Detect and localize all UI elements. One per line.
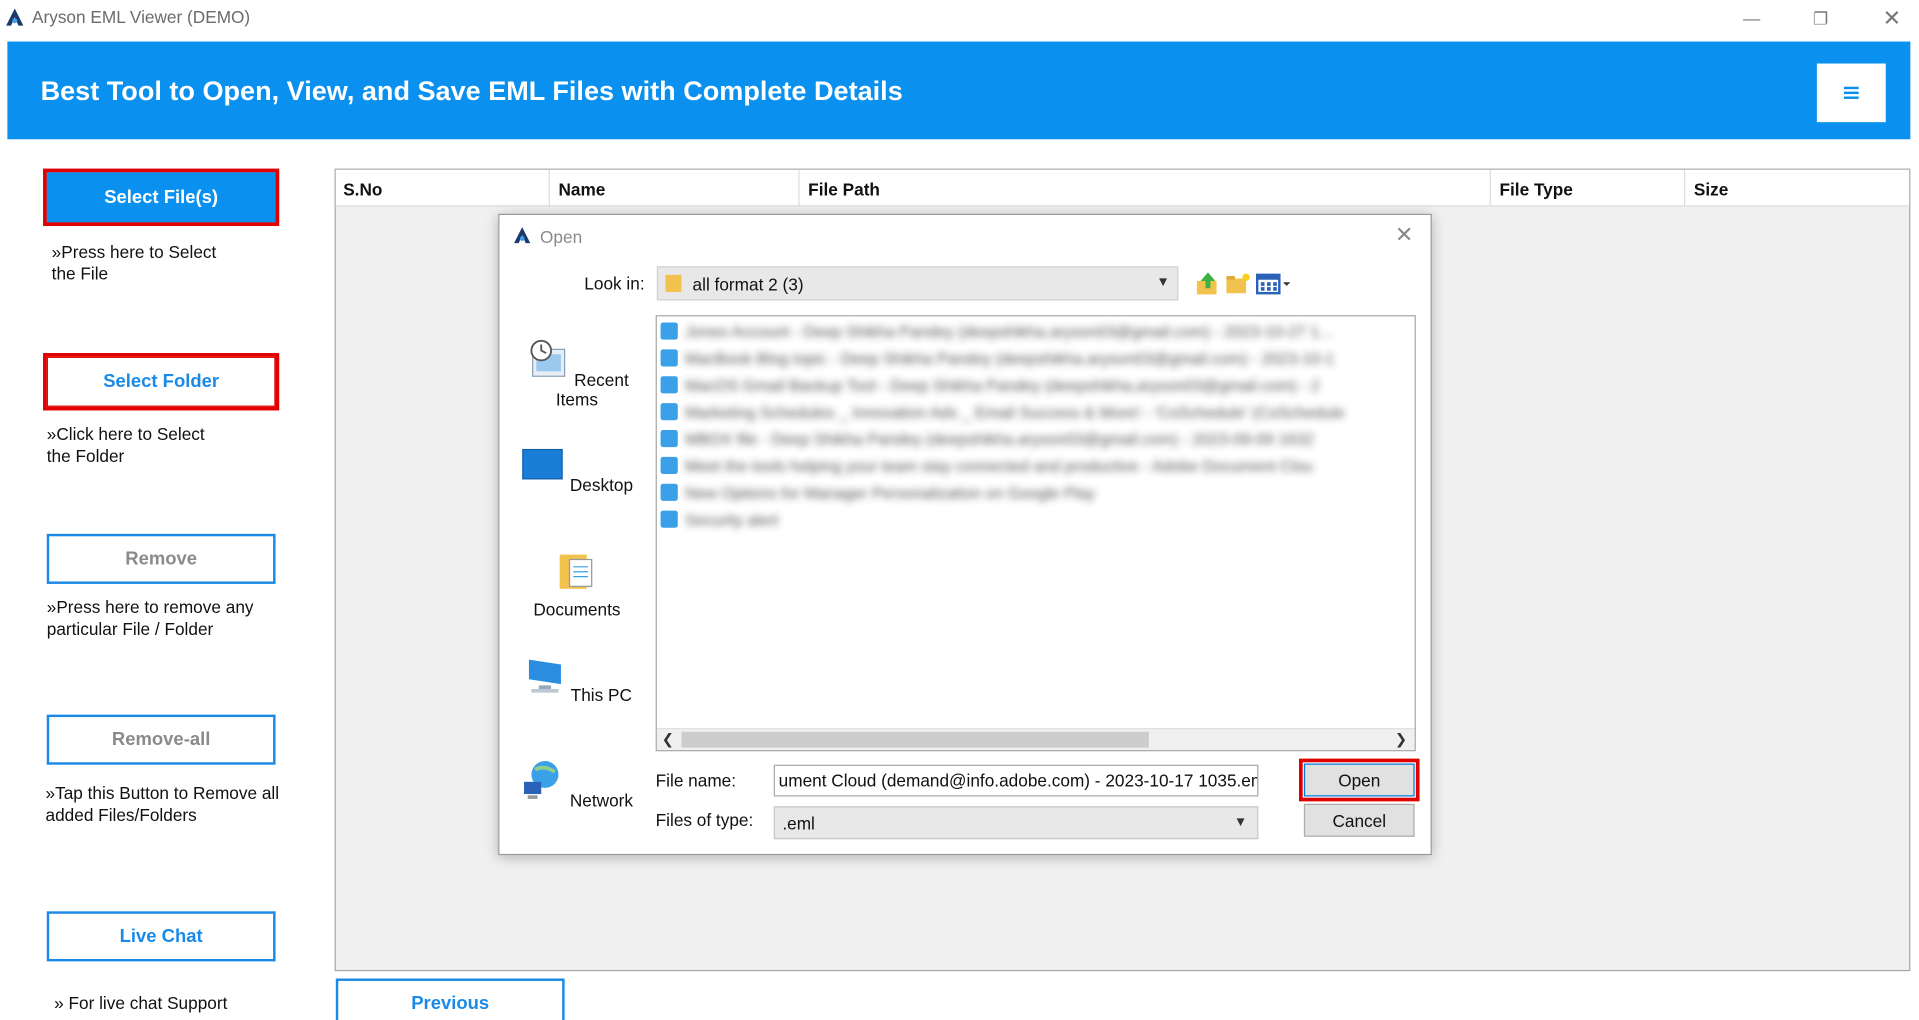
file-item[interactable]: MBOX file - Deep Shikha Pandey (deepshik… [660, 426, 1314, 450]
eml-file-icon [660, 510, 678, 528]
open-button[interactable]: Open [1298, 758, 1420, 802]
menu-button[interactable] [1816, 63, 1886, 123]
place-documents[interactable]: Documents [515, 547, 638, 619]
place-label: Desktop [569, 475, 634, 495]
place-this-pc[interactable]: This PC [515, 652, 638, 705]
app-window: Aryson EML Viewer (DEMO) — ❐ ✕ Best Tool… [0, 0, 1919, 1020]
look-in-label: Look in: [584, 273, 645, 294]
place-network[interactable]: Network [515, 757, 638, 810]
files-of-type-select[interactable]: .eml ▼ [773, 806, 1259, 840]
place-label: This PC [570, 685, 632, 705]
live-chat-button[interactable]: Live Chat [46, 911, 276, 962]
select-files-button[interactable]: Select File(s) [43, 168, 280, 226]
file-item[interactable]: New Options for Manager Personalization … [660, 480, 1095, 504]
dialog-title: Open [540, 227, 583, 247]
window-title: Aryson EML Viewer (DEMO) [31, 7, 251, 27]
eml-file-icon [660, 376, 678, 394]
eml-file-icon [660, 349, 678, 367]
place-label: Network [569, 790, 634, 810]
recent-items-icon [530, 339, 566, 377]
network-icon [524, 761, 559, 799]
up-one-level-icon[interactable] [1194, 271, 1221, 295]
minimize-button[interactable]: — [1727, 2, 1776, 34]
column-header-file-type[interactable]: File Type [1492, 169, 1686, 207]
eml-file-icon [660, 456, 678, 474]
column-header-name[interactable]: Name [551, 169, 800, 207]
eml-file-icon [660, 322, 678, 340]
file-item[interactable]: MacOS Gmail Backup Tool - Deep Shikha Pa… [660, 373, 1320, 397]
column-header-size[interactable]: Size [1686, 170, 1909, 207]
table-header: S.No Name File Path File Type Size [335, 169, 1910, 207]
file-item[interactable]: Meet the tools helping your team stay co… [660, 453, 1313, 477]
place-recent-items[interactable]: Recent Items [515, 337, 638, 409]
column-header-file-path[interactable]: File Path [801, 169, 1491, 207]
title-bar: Aryson EML Viewer (DEMO) — ❐ ✕ [0, 0, 1919, 37]
eml-file-icon [660, 483, 678, 501]
close-window-button[interactable]: ✕ [1867, 2, 1916, 34]
files-of-type-value: .eml [782, 813, 815, 834]
cancel-button[interactable]: Cancel [1303, 803, 1415, 837]
place-desktop[interactable]: Desktop [515, 442, 638, 495]
folder-icon [665, 274, 682, 292]
view-menu-icon[interactable] [1255, 271, 1293, 295]
new-folder-icon[interactable] [1225, 271, 1252, 295]
file-list[interactable]: Jones Account - Deep Shikha Pandey (deep… [655, 315, 1416, 752]
look-in-value: all format 2 (3) [692, 274, 804, 295]
open-file-dialog: Open ✕ Look in: all format 2 (3) ▼ Recen… [498, 213, 1432, 856]
dialog-logo-icon [514, 227, 531, 244]
select-folder-button[interactable]: Select Folder [43, 353, 280, 411]
file-item[interactable]: Jones Account - Deep Shikha Pandey (deep… [660, 319, 1333, 343]
file-name-label: File name: [655, 770, 737, 791]
chevron-down-icon: ▼ [1156, 274, 1170, 290]
file-name-input[interactable]: ument Cloud (demand@info.adobe.com) - 20… [773, 764, 1259, 797]
remove-help: »Press here to remove any particular Fil… [46, 597, 254, 639]
dialog-close-button[interactable]: ✕ [1395, 222, 1414, 248]
live-chat-help: » For live chat Support [54, 993, 228, 1013]
restore-button[interactable]: ❐ [1796, 2, 1845, 34]
desktop-icon [522, 448, 564, 480]
app-logo-icon [6, 8, 24, 26]
scroll-left-icon[interactable]: ❮ [662, 731, 674, 748]
previous-button[interactable]: Previous [335, 978, 565, 1020]
eml-file-icon [660, 430, 678, 448]
documents-icon [559, 554, 593, 589]
remove-all-help: »Tap this Button to Remove all added Fil… [45, 783, 280, 825]
files-of-type-label: Files of type: [655, 809, 754, 830]
scroll-right-icon[interactable]: ❯ [1395, 731, 1407, 748]
header-title: Best Tool to Open, View, and Save EML Fi… [40, 75, 903, 107]
column-header-sno[interactable]: S.No [336, 169, 550, 207]
file-item[interactable]: MacBook Blog topic - Deep Shikha Pandey … [660, 346, 1334, 370]
hamburger-icon [1843, 86, 1859, 99]
scroll-thumb[interactable] [681, 731, 1149, 748]
remove-all-button[interactable]: Remove-all [46, 714, 276, 765]
eml-file-icon [660, 403, 678, 421]
file-item[interactable]: Security alert [660, 507, 778, 531]
this-pc-icon [529, 659, 562, 693]
select-folder-help: »Click here to Select the Folder [46, 423, 205, 466]
places-bar: Recent Items Desktop Documents This PC N… [515, 318, 638, 831]
banner-header: Best Tool to Open, View, and Save EML Fi… [7, 41, 1911, 140]
file-item[interactable]: Marketing Schedules _ Innovation Ads _ E… [660, 399, 1345, 423]
select-files-help: »Press here to Select the File [51, 241, 217, 284]
look-in-select[interactable]: all format 2 (3) ▼ [656, 266, 1179, 301]
remove-button[interactable]: Remove [46, 533, 276, 584]
horizontal-scrollbar[interactable]: ❮ ❯ [656, 728, 1415, 751]
place-label: Documents [533, 599, 621, 620]
chevron-down-icon: ▼ [1233, 814, 1248, 830]
